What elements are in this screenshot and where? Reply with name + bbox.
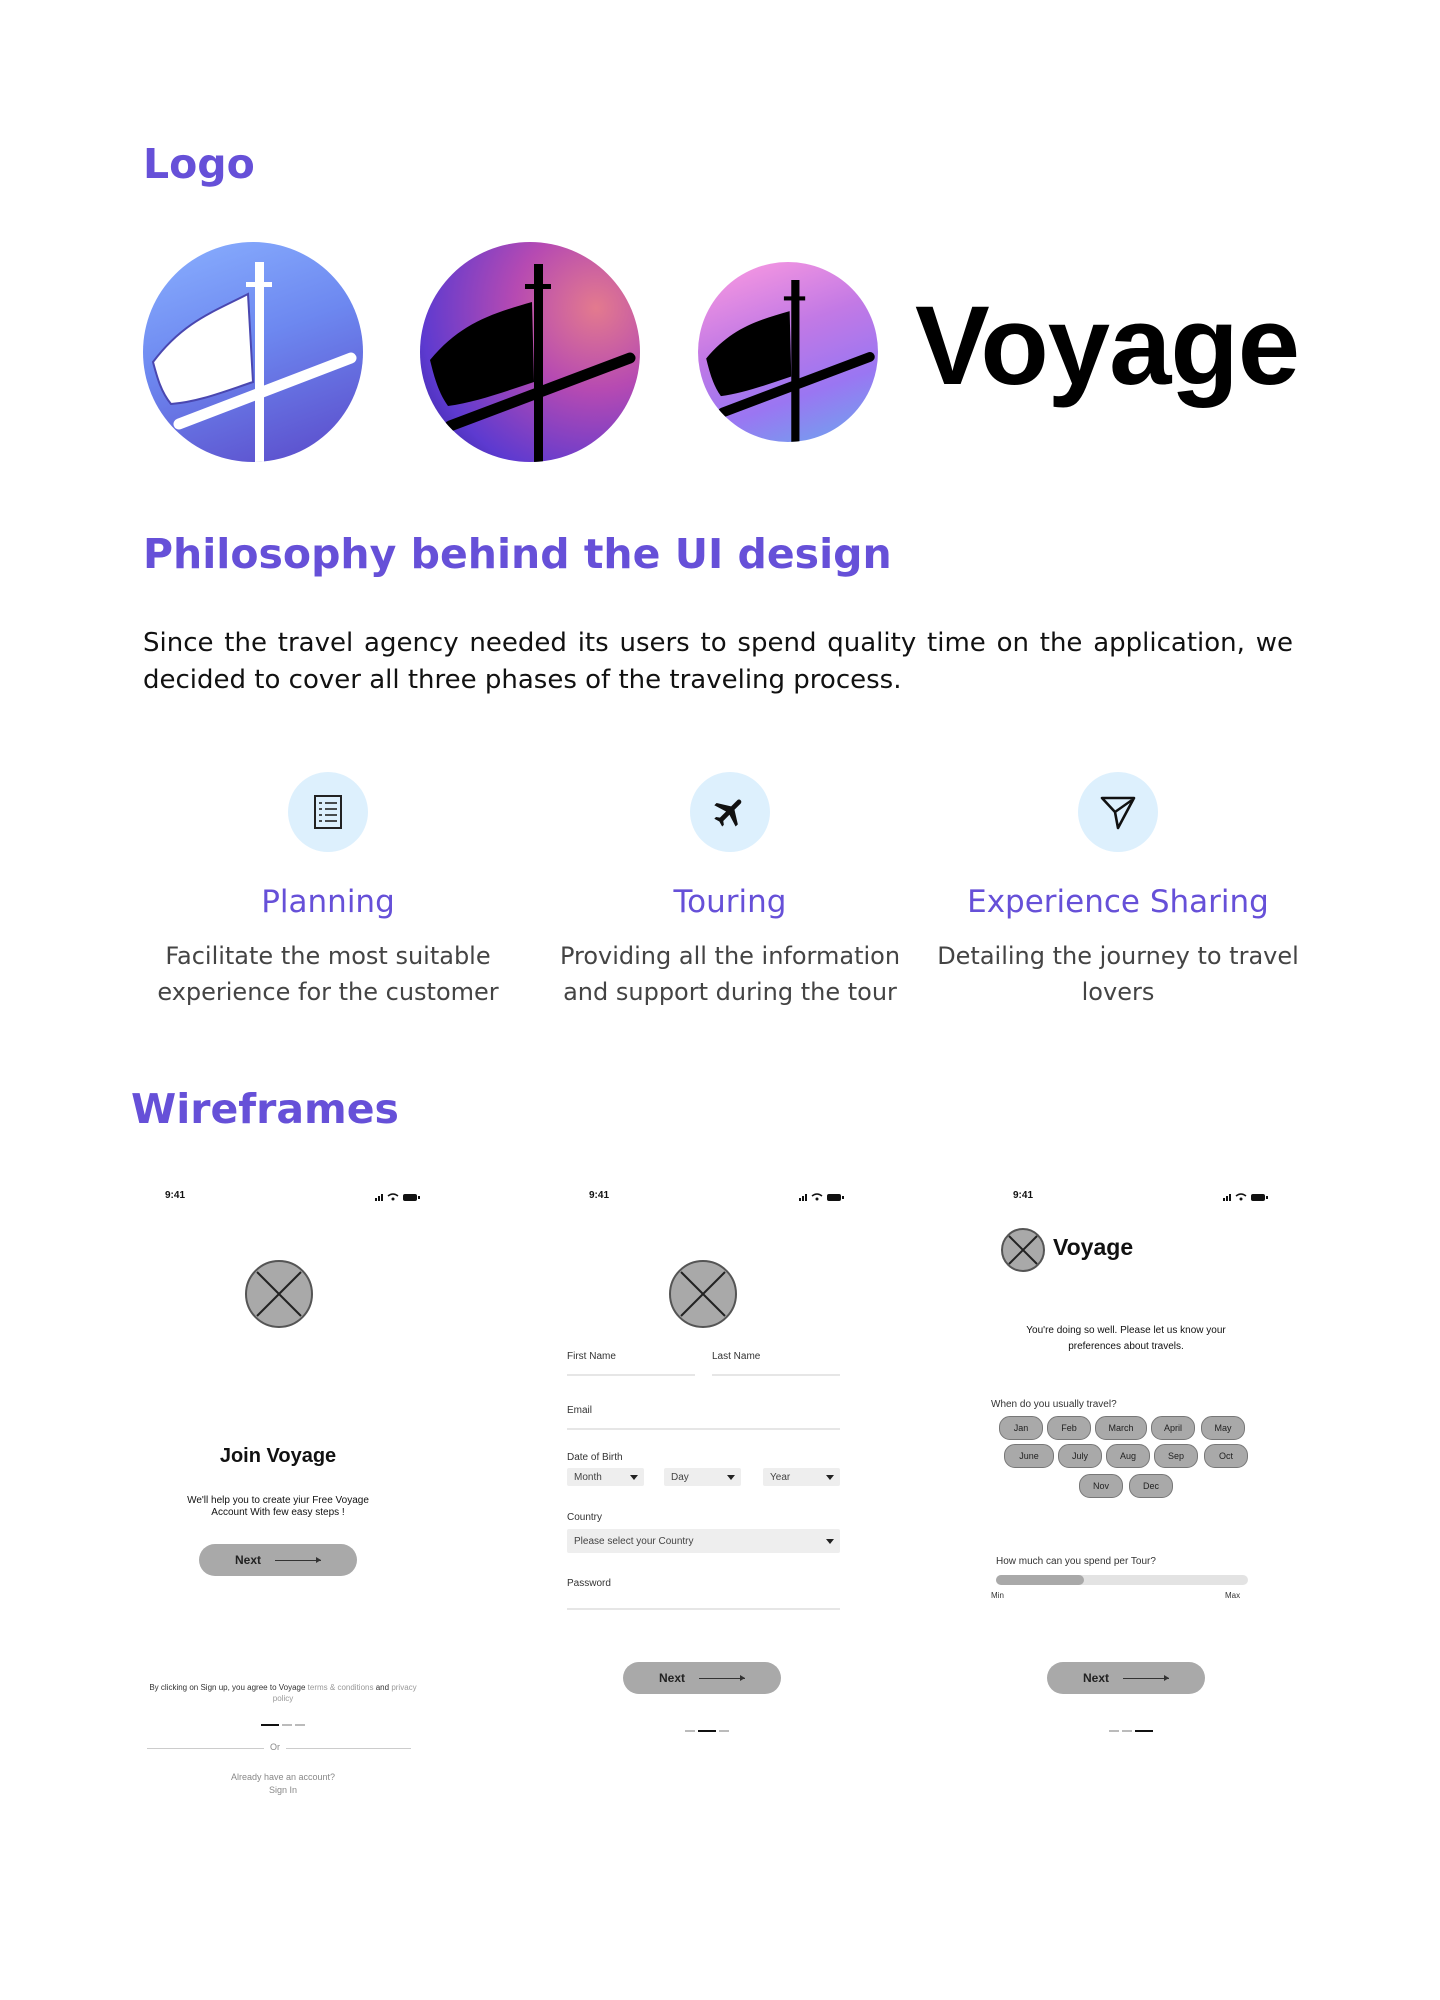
chevron-down-icon xyxy=(630,1475,638,1480)
philosophy-heading: Philosophy behind the UI design xyxy=(143,530,892,578)
page-indicator xyxy=(261,1724,305,1726)
last-name-field[interactable] xyxy=(712,1374,840,1376)
first-name-field[interactable] xyxy=(567,1374,695,1376)
page-indicator xyxy=(685,1730,729,1732)
max-label: Max xyxy=(1225,1591,1241,1600)
logo-heading: Logo xyxy=(143,140,255,188)
email-label: Email xyxy=(567,1405,593,1416)
wireframe-preferences: 9:41 Voyage You're doing so well. Please… xyxy=(991,1188,1281,1828)
first-name-label: First Name xyxy=(567,1351,616,1362)
status-time: 9:41 xyxy=(589,1190,610,1201)
page-indicator xyxy=(1109,1730,1153,1732)
status-bar: 9:41 xyxy=(1013,1190,1269,1204)
sign-in-link[interactable]: Sign In xyxy=(143,1785,423,1795)
month-chip[interactable]: June xyxy=(1004,1444,1054,1468)
spend-question: How much can you spend per Tour? xyxy=(996,1556,1156,1567)
wireframe-join: 9:41 Join Voyage We'll help you to creat… xyxy=(143,1188,433,1828)
pillar-description: Detailing the journey to travel lovers xyxy=(937,942,1299,1006)
arrow-right-icon xyxy=(1123,1674,1169,1681)
status-time: 9:41 xyxy=(165,1190,186,1201)
chevron-down-icon xyxy=(826,1539,834,1544)
month-chip[interactable]: July xyxy=(1058,1444,1102,1468)
email-field[interactable] xyxy=(567,1428,840,1430)
chevron-down-icon xyxy=(826,1475,834,1480)
flag-logo-blue xyxy=(143,242,363,462)
flag-logo-pink xyxy=(698,262,878,442)
next-button[interactable]: Next xyxy=(1047,1662,1205,1694)
logo-placeholder xyxy=(669,1260,737,1328)
last-name-label: Last Name xyxy=(712,1351,761,1362)
flag-logo-purple xyxy=(420,242,640,462)
encouragement-message: You're doing so well. Please let us know… xyxy=(1026,1325,1226,1352)
join-subtitle: We'll help you to create yiur Free Voyag… xyxy=(187,1495,369,1518)
password-field[interactable] xyxy=(567,1608,840,1610)
signal-wifi-battery-icon xyxy=(1223,1192,1269,1205)
pillar-experience-sharing: Experience Sharing Detailing the journey… xyxy=(928,772,1308,1010)
pillar-title: Planning xyxy=(261,884,395,920)
signal-wifi-battery-icon xyxy=(375,1192,421,1205)
terms-link[interactable]: terms & conditions xyxy=(308,1683,374,1692)
already-account-text: Already have an account? xyxy=(230,1772,336,1782)
month-select[interactable]: Month xyxy=(567,1468,644,1486)
country-select[interactable]: Please select your Country xyxy=(567,1529,840,1553)
signal-wifi-battery-icon xyxy=(799,1192,845,1205)
pillar-description: Providing all the information and suppor… xyxy=(559,942,901,1006)
arrow-right-icon xyxy=(275,1556,321,1563)
month-chip[interactable]: May xyxy=(1201,1416,1245,1440)
chevron-down-icon xyxy=(727,1475,735,1480)
checklist-icon xyxy=(288,772,368,852)
pillar-touring: Touring Providing all the information an… xyxy=(540,772,920,1010)
month-chip[interactable]: Dec xyxy=(1129,1474,1173,1498)
airplane-icon xyxy=(690,772,770,852)
pillar-title: Touring xyxy=(673,884,787,920)
next-button[interactable]: Next xyxy=(199,1544,357,1576)
month-chip[interactable]: Sep xyxy=(1154,1444,1198,1468)
month-chip[interactable]: March xyxy=(1095,1416,1147,1440)
dob-label: Date of Birth xyxy=(567,1452,623,1463)
intro-paragraph: Since the travel agency needed its users… xyxy=(143,628,1293,695)
month-chip[interactable]: Feb xyxy=(1047,1416,1091,1440)
logo-placeholder xyxy=(1001,1228,1045,1272)
month-chip[interactable]: April xyxy=(1151,1416,1195,1440)
status-time: 9:41 xyxy=(1013,1190,1034,1201)
wireframes-heading: Wireframes xyxy=(131,1085,399,1133)
day-select[interactable]: Day xyxy=(664,1468,741,1486)
status-bar: 9:41 xyxy=(165,1190,421,1204)
voyage-wordmark: Voyage xyxy=(915,283,1300,408)
pillar-planning: Planning Facilitate the most suitable ex… xyxy=(138,772,518,1010)
or-label: Or xyxy=(264,1742,286,1752)
arrow-right-icon xyxy=(699,1674,745,1681)
wireframe-signup-form: 9:41 First Name Last Name Email Date of … xyxy=(567,1188,857,1828)
month-chip[interactable]: Aug xyxy=(1106,1444,1150,1468)
status-bar: 9:41 xyxy=(589,1190,845,1204)
password-label: Password xyxy=(567,1578,611,1589)
travel-question: When do you usually travel? xyxy=(991,1399,1117,1410)
brand-title: Voyage xyxy=(1053,1234,1134,1260)
year-select[interactable]: Year xyxy=(763,1468,840,1486)
pillar-title: Experience Sharing xyxy=(967,884,1269,920)
next-button[interactable]: Next xyxy=(623,1662,781,1694)
min-label: Min xyxy=(991,1591,1004,1600)
terms-text: By clicking on Sign up, you agree to Voy… xyxy=(149,1683,417,1703)
country-label: Country xyxy=(567,1512,603,1523)
logo-placeholder xyxy=(245,1260,313,1328)
month-chip[interactable]: Oct xyxy=(1204,1444,1248,1468)
spend-slider-fill xyxy=(996,1575,1085,1585)
month-chip[interactable]: Jan xyxy=(999,1416,1043,1440)
join-title: Join Voyage xyxy=(219,1445,337,1467)
month-chip[interactable]: Nov xyxy=(1079,1474,1123,1498)
spend-slider[interactable] xyxy=(996,1575,1248,1585)
pillar-description: Facilitate the most suitable experience … xyxy=(157,942,499,1006)
paper-plane-icon xyxy=(1078,772,1158,852)
